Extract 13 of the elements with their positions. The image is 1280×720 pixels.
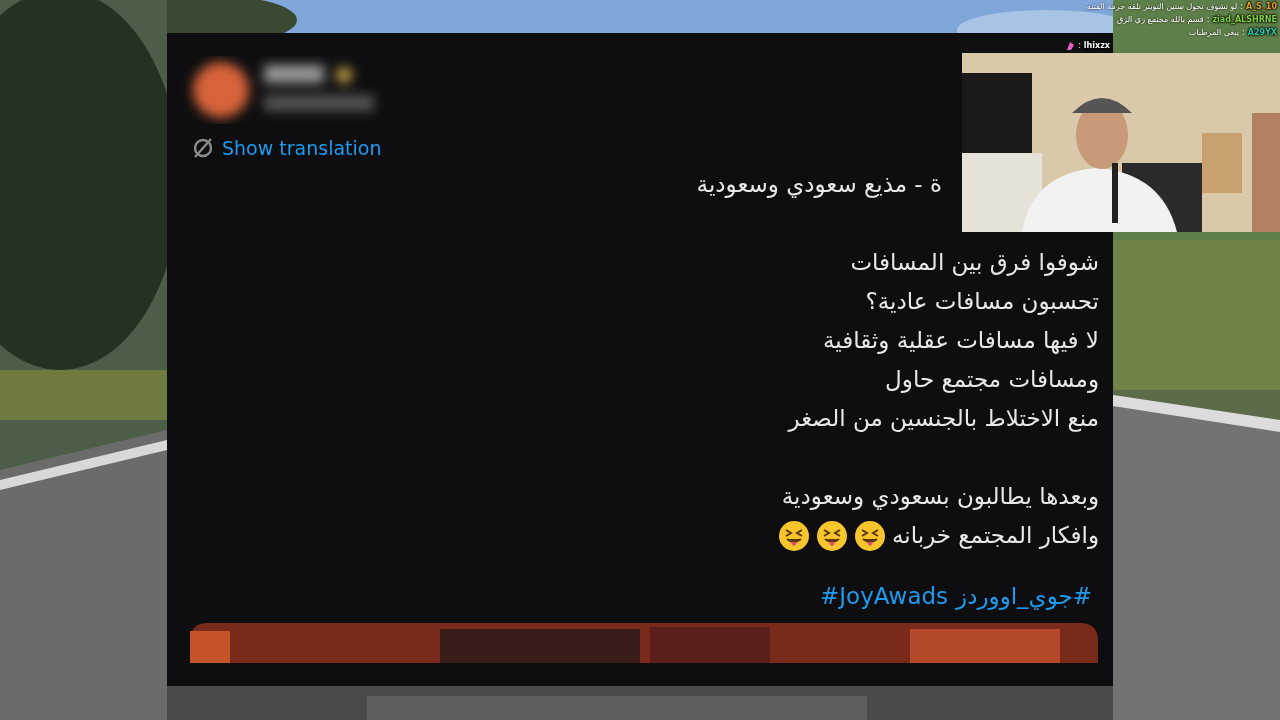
tweet-text-line: وافكار المجتمع خربانه — [892, 521, 1099, 551]
hashtag-link[interactable]: #JoyAwads — [820, 583, 949, 609]
tweet-text-line: منع الاختلاط بالجنسين من الصغر — [788, 404, 1099, 434]
hashtag-link[interactable]: #جوي_اووردز — [956, 583, 1092, 609]
chat-separator: : — [1078, 41, 1081, 50]
tweet-text-line: شوفوا فرق بين المسافات — [850, 248, 1099, 278]
tweet-text-line: ومسافات مجتمع حاول — [885, 365, 1099, 395]
tweet-text-line: لا فيها مسافات عقلية وثقافية — [822, 326, 1099, 356]
chat-username: lhixzx — [1083, 41, 1110, 50]
show-translation-link[interactable]: Show translation — [192, 137, 382, 159]
tweet-text-line: تحسبون مسافات عادية؟ — [865, 287, 1099, 317]
tweet-text-line: ة - مذيع سعودي وسعودية — [696, 170, 942, 200]
tweet-text-line: وبعدها يطالبون بسعودي وسعودية — [781, 482, 1099, 512]
